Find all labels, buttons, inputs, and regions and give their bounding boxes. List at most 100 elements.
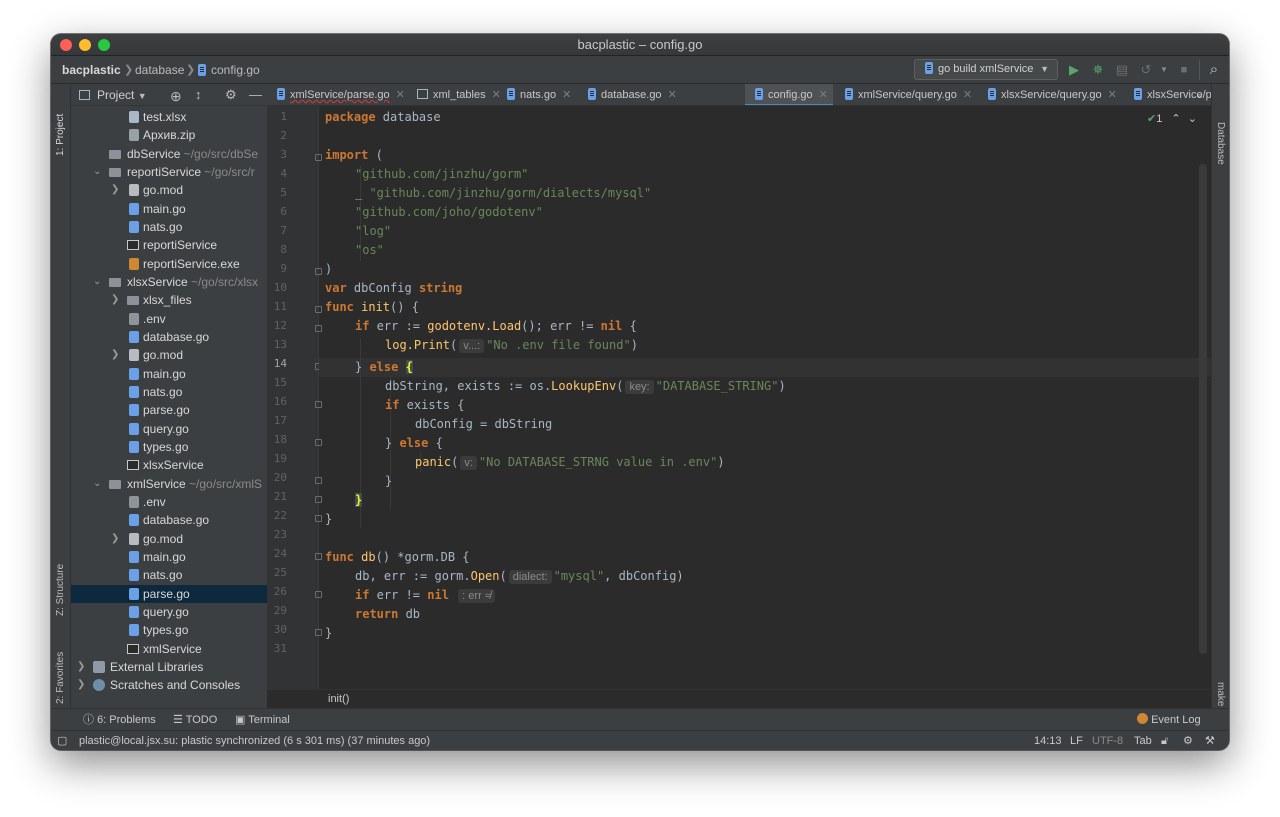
tree-item-main-go[interactable]: main.go [71,200,267,218]
tree-item-nats-go[interactable]: nats.go [71,566,267,584]
locate-icon[interactable]: ⊕ [170,85,182,107]
chevron-right-icon[interactable]: ❯ [77,658,85,676]
tab-xmlservice-query[interactable]: xmlService/query.go ✕ [835,84,972,105]
tree-item-main-go[interactable]: main.go [71,548,267,566]
profile-icon[interactable]: ↺ [1137,61,1155,79]
search-icon[interactable]: ⌕ [1205,61,1223,79]
database-tool-button[interactable]: Database [1215,122,1226,165]
zoom-window-button[interactable] [98,39,110,51]
close-icon[interactable]: ✕ [562,89,571,101]
fold-marker[interactable] [315,154,322,161]
favorites-tool-button[interactable]: 2: Favorites [55,652,66,704]
fold-marker[interactable] [315,268,322,275]
terminal-tool-button[interactable]: ▣ Terminal [235,709,290,731]
event-log-button[interactable]: Event Log [1137,709,1201,731]
tree-item-test-xlsx[interactable]: test.xlsx [71,108,267,126]
run-configuration-select[interactable]: go build xmlService ▼ [914,59,1058,80]
tab-nats[interactable]: nats.go ✕ [497,84,571,105]
tab-xlsxservice-query[interactable]: xlsxService/query.go ✕ [978,84,1117,105]
window-layout-icon[interactable]: ▢ [57,731,67,750]
tree-item-go-mod[interactable]: ❯ go.mod [71,346,267,364]
run-icon[interactable]: ▶ [1065,61,1083,79]
chevron-right-icon[interactable]: ❯ [111,291,119,309]
close-icon[interactable]: ✕ [1108,89,1117,101]
tab-database[interactable]: database.go ✕ [578,84,677,105]
chevron-right-icon[interactable]: ❯ [111,530,119,548]
project-tool-button[interactable]: 1: Project [55,114,66,156]
tab-xmlservice-parse[interactable]: xmlService/parse.go ✕ [267,84,405,105]
minimize-window-button[interactable] [79,39,91,51]
tree-item-parse-go[interactable]: parse.go [71,585,267,603]
tree-item-database-go[interactable]: database.go [71,511,267,529]
chevron-right-icon[interactable]: ❯ [111,181,119,199]
fold-marker[interactable] [315,477,322,484]
chevron-down-icon[interactable]: ⌄ [1195,84,1204,105]
close-icon[interactable]: ✕ [668,89,677,101]
tree-item-types-go[interactable]: types.go [71,438,267,456]
file-encoding[interactable]: UTF-8 [1092,731,1123,750]
chevron-down-icon[interactable]: ⌄ [93,273,101,291]
indent-setting[interactable]: Tab [1134,731,1152,750]
fold-marker[interactable] [315,553,322,560]
tree-item-main-go[interactable]: main.go [71,365,267,383]
tree-item-database-go[interactable]: database.go [71,328,267,346]
hide-panel-icon[interactable]: — [249,84,262,106]
close-icon[interactable]: ✕ [963,89,972,101]
tree-item-query-go[interactable]: query.go [71,420,267,438]
tree-item-xlsxservice-binary[interactable]: xlsxService [71,456,267,474]
problems-tool-button[interactable]: ⓘ 6: Problems [83,709,156,731]
close-window-button[interactable] [60,39,72,51]
tree-item-query-go[interactable]: query.go [71,603,267,621]
tree-item-external-libraries[interactable]: ❯ External Libraries [71,658,267,676]
tree-item-reportiservice-binary[interactable]: reportiService [71,236,267,254]
chevron-down-icon[interactable]: ⌄ [1188,113,1197,125]
breadcrumb-project[interactable]: bacplastic [62,56,121,84]
line-separator[interactable]: LF [1070,731,1083,750]
tree-item-xmlservice[interactable]: ⌄ xmlService ~/go/src/xmlS [71,475,267,493]
caret-position[interactable]: 14:13 [1034,731,1062,750]
settings-icon[interactable]: ⚙ [1183,731,1193,750]
structure-tool-button[interactable]: Z: Structure [55,564,66,616]
tree-item-xlsx-files[interactable]: ❯ xlsx_files [71,291,267,309]
tree-item-parse-go[interactable]: parse.go [71,401,267,419]
breadcrumb-folder[interactable]: database [135,56,184,84]
editor-scrollbar[interactable] [1199,164,1207,654]
stop-icon[interactable]: ■ [1175,61,1193,79]
chevron-down-icon[interactable]: ⌄ [93,163,101,181]
wrench-icon[interactable]: ⚒ [1205,731,1215,750]
tree-item-xlsxservice[interactable]: ⌄ xlsxService ~/go/src/xlsx [71,273,267,291]
fold-marker[interactable] [315,629,322,636]
close-icon[interactable]: ✕ [819,89,828,101]
tree-item-nats-go[interactable]: nats.go [71,218,267,236]
tree-item-scratches[interactable]: ❯ Scratches and Consoles [71,676,267,694]
project-view-select[interactable]: Project ▼ [97,84,147,107]
tree-item-types-go[interactable]: types.go [71,621,267,639]
tree-item-env[interactable]: .env [71,493,267,511]
fold-marker[interactable] [315,515,322,522]
tree-item-reportiservice-exe[interactable]: reportiService.exe [71,255,267,273]
make-tool-button[interactable]: make [1215,682,1226,706]
tree-item-nats-go[interactable]: nats.go [71,383,267,401]
fold-marker[interactable] [315,306,322,313]
fold-marker[interactable] [315,591,322,598]
chevron-right-icon[interactable]: ❯ [111,346,119,364]
chevron-down-icon[interactable]: ▼ [1155,61,1173,79]
editor-breadcrumb[interactable]: init() [267,689,1211,708]
tree-item-dbservice[interactable]: dbService ~/go/src/dbSe [71,145,267,163]
todo-tool-button[interactable]: ☰ TODO [173,709,217,731]
fold-marker[interactable] [315,439,322,446]
status-message[interactable]: plastic@local.jsx.su: plastic synchroniz… [79,731,430,750]
tree-item-env[interactable]: .env [71,310,267,328]
fold-marker[interactable] [315,325,322,332]
chevron-up-icon[interactable]: ⌃ [1171,113,1180,125]
tree-item-xmlservice-binary[interactable]: xmlService [71,640,267,658]
tree-item-archive-zip[interactable]: Архив.zip [71,126,267,144]
gear-icon[interactable]: ⚙ [225,84,237,106]
code-editor[interactable]: 1 2 3 4 5 6 7 8 9 10 11 12 13 14 15 16 1… [267,106,1211,689]
inspection-widget[interactable]: ✔1 ⌃ ⌄ [1147,112,1197,125]
fold-marker[interactable] [315,496,322,503]
chevron-right-icon[interactable]: ❯ [77,676,85,694]
tree-item-go-mod[interactable]: ❯ go.mod [71,181,267,199]
coverage-icon[interactable]: ▤ [1113,61,1131,79]
collapse-all-icon[interactable]: ↕ [195,84,202,106]
